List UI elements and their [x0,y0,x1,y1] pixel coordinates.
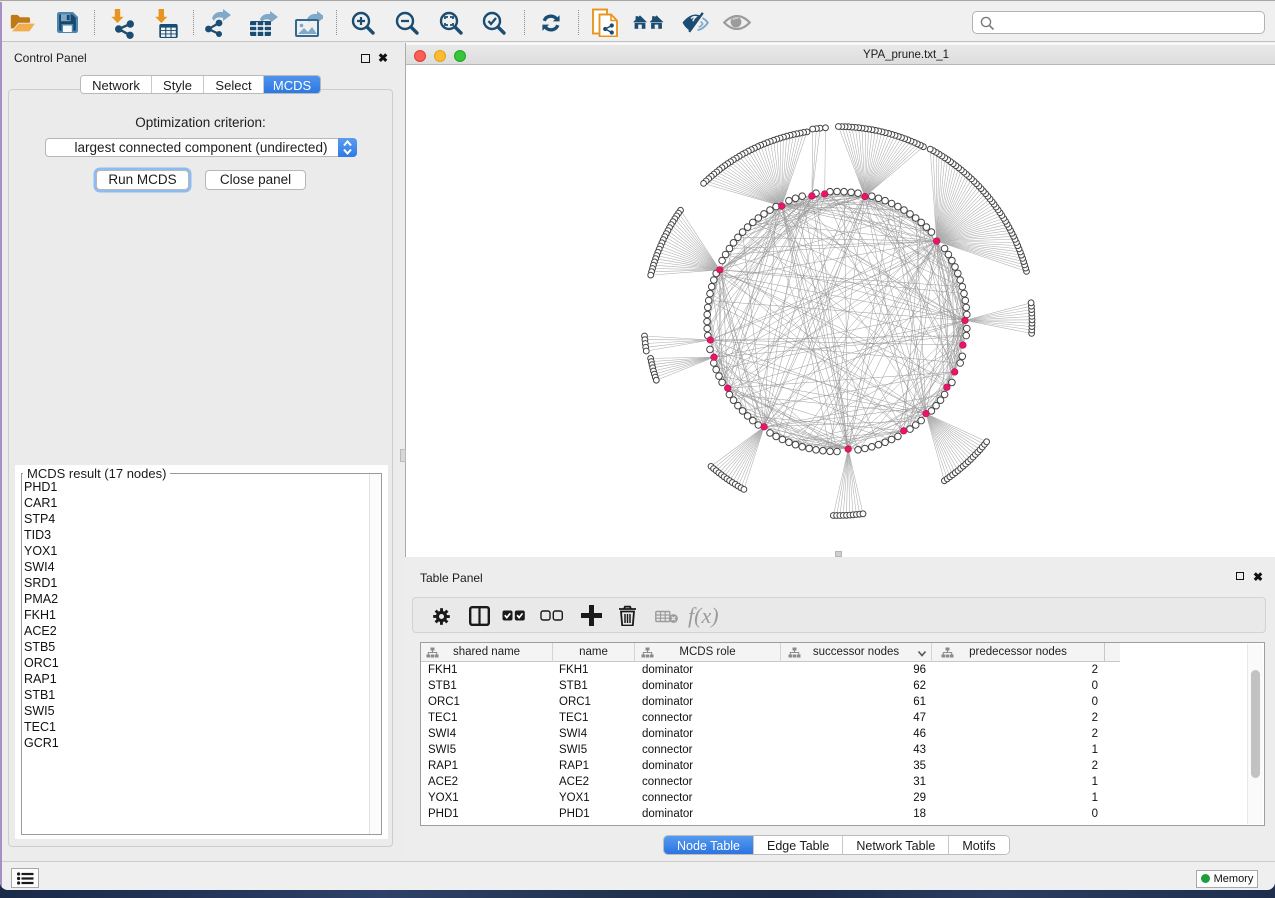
svg-text:f(x): f(x) [688,605,719,628]
